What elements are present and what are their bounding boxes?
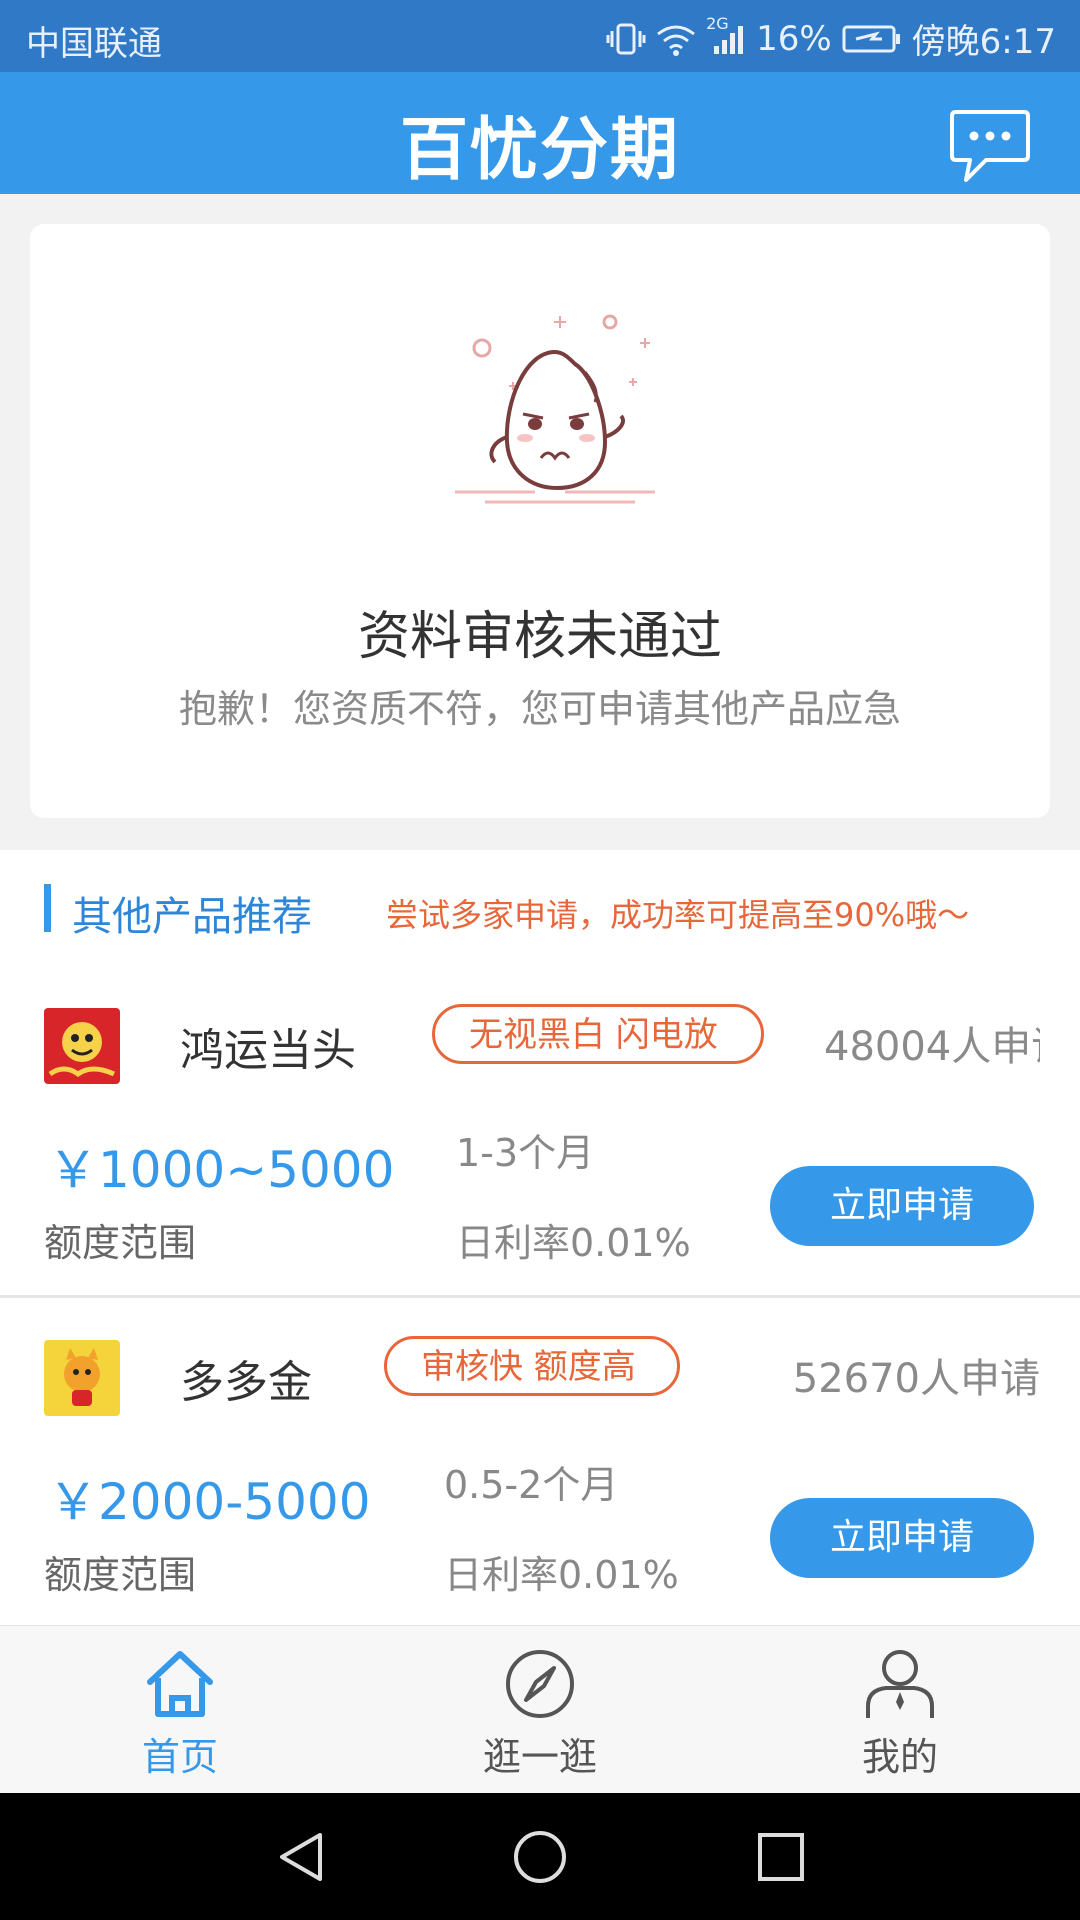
tab-label: 逛一逛 bbox=[482, 1735, 597, 1779]
product-name: 多多金 bbox=[180, 1357, 312, 1408]
apply-now-button[interactable]: 立即申请 bbox=[770, 1166, 1034, 1246]
wifi-icon bbox=[656, 22, 696, 56]
back-icon[interactable] bbox=[276, 1829, 326, 1885]
loan-term: 0.5-2个月 bbox=[444, 1463, 619, 1507]
daily-rate: 日利率0.01% bbox=[444, 1553, 679, 1597]
tab-explore[interactable]: 逛一逛 bbox=[440, 1626, 640, 1794]
loan-term: 1-3个月 bbox=[456, 1131, 595, 1175]
review-status-card: 资料审核未通过 抱歉！您资质不符，您可申请其他产品应急 bbox=[30, 224, 1050, 818]
review-failed-title: 资料审核未通过 bbox=[357, 607, 722, 667]
app-title: 百忧分期 bbox=[399, 111, 680, 190]
product-tag: 无视黑白 闪电放 bbox=[432, 1004, 764, 1064]
apply-now-button[interactable]: 立即申请 bbox=[770, 1498, 1034, 1578]
applicant-count: 48004人申请 bbox=[824, 1024, 1040, 1070]
clock-time: 傍晚6:17 bbox=[911, 22, 1056, 62]
sad-mascot-illustration bbox=[435, 312, 675, 512]
system-nav-bar bbox=[0, 1793, 1080, 1920]
tab-label: 首页 bbox=[141, 1735, 218, 1779]
network-type: 2G bbox=[706, 13, 729, 33]
daily-rate: 日利率0.01% bbox=[456, 1221, 691, 1265]
recommend-tip: 尝试多家申请，成功率可提高至90%哦～ bbox=[386, 896, 970, 934]
section-accent-bar bbox=[44, 884, 51, 932]
recommend-section: 其他产品推荐 尝试多家申请，成功率可提高至90%哦～ 鸿运当头 无视黑白 闪电放… bbox=[0, 850, 1080, 1625]
product-logo-cat bbox=[44, 1340, 120, 1416]
product-logo-lion bbox=[44, 1008, 120, 1084]
user-icon bbox=[866, 1650, 934, 1718]
home-icon bbox=[147, 1651, 213, 1717]
amount-range-label: 额度范围 bbox=[44, 1553, 197, 1597]
product-tag: 审核快 额度高 bbox=[384, 1336, 680, 1396]
recents-icon[interactable] bbox=[756, 1829, 806, 1885]
carrier-name: 中国联通 bbox=[26, 24, 162, 64]
home-circle-icon[interactable] bbox=[512, 1829, 568, 1885]
battery-charging-icon bbox=[842, 24, 902, 54]
recommend-title: 其他产品推荐 bbox=[72, 894, 312, 940]
tab-home[interactable]: 首页 bbox=[80, 1626, 280, 1794]
product-name: 鸿运当头 bbox=[180, 1025, 356, 1076]
compass-icon bbox=[506, 1650, 574, 1718]
tab-label: 我的 bbox=[861, 1735, 938, 1779]
vibrate-icon bbox=[606, 21, 646, 57]
battery-percent: 16% bbox=[756, 18, 832, 59]
tab-mine[interactable]: 我的 bbox=[800, 1626, 1000, 1794]
chat-bubble-icon[interactable] bbox=[948, 108, 1032, 186]
product-card[interactable]: 鸿运当头 无视黑白 闪电放 48004人申请 ￥1000~5000 额度范围 1… bbox=[0, 970, 1080, 1300]
status-bar: 中国联通 2G 16% 傍晚6:17 bbox=[0, 0, 1080, 72]
amount-range: ￥2000-5000 bbox=[48, 1473, 371, 1531]
review-failed-description: 抱歉！您资质不符，您可申请其他产品应急 bbox=[178, 687, 901, 731]
product-card[interactable]: 多多金 审核快 额度高 52670人申请 ￥2000-5000 额度范围 0.5… bbox=[0, 1302, 1080, 1632]
recommend-header: 其他产品推荐 尝试多家申请，成功率可提高至90%哦～ bbox=[0, 850, 1080, 970]
applicant-count: 52670人申请 bbox=[792, 1356, 1040, 1402]
amount-range: ￥1000~5000 bbox=[48, 1141, 395, 1199]
app-header: 百忧分期 bbox=[0, 72, 1080, 194]
bottom-tab-bar: 首页 逛一逛 我的 bbox=[0, 1625, 1080, 1794]
amount-range-label: 额度范围 bbox=[44, 1221, 197, 1265]
product-divider bbox=[0, 1295, 1080, 1298]
signal-icon: 2G bbox=[706, 14, 746, 56]
